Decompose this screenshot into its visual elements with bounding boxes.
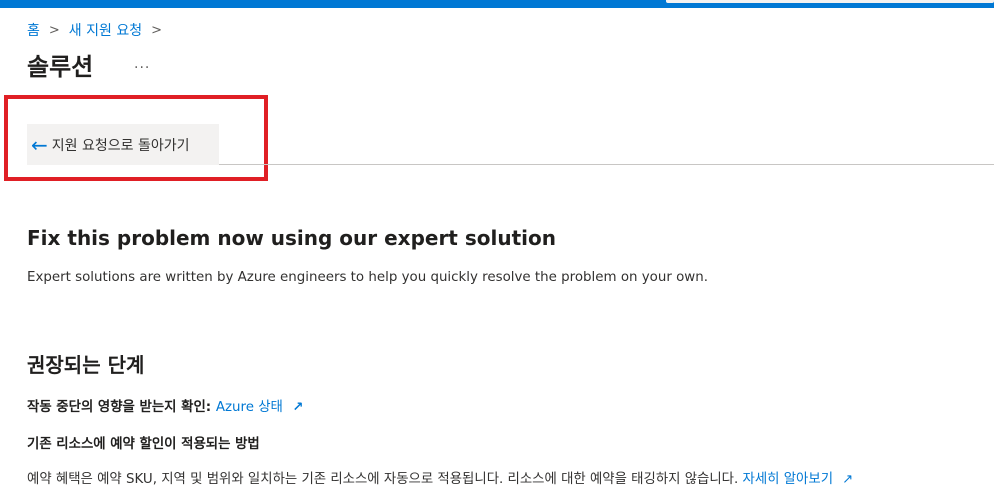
external-link-icon: ↗ <box>842 472 854 487</box>
breadcrumb-home[interactable]: 홈 <box>27 20 40 40</box>
reservation-description-text: 예약 혜택은 예약 SKU, 지역 및 범위와 일치하는 기존 리소스에 자동으… <box>27 472 739 487</box>
chevron-right-icon: > <box>151 22 163 38</box>
learn-more-link[interactable]: 자세히 알아보기 <box>743 472 834 487</box>
breadcrumb-new-request[interactable]: 새 지원 요청 <box>69 20 142 40</box>
toolbar-divider <box>219 164 994 165</box>
step-outage-check: 작동 중단의 영향을 받는지 확인: Azure 상태 ↗ <box>27 395 303 415</box>
expert-solution-title: Fix this problem now using our expert so… <box>27 226 556 250</box>
step-outage-text: 작동 중단의 영향을 받는지 확인: <box>27 400 212 415</box>
expert-solution-description: Expert solutions are written by Azure en… <box>27 270 709 285</box>
highlight-box <box>4 95 268 181</box>
page-title: 솔루션 <box>27 53 94 81</box>
more-options-button[interactable]: ... <box>134 56 150 72</box>
step-reservation-description: 예약 혜택은 예약 SKU, 지역 및 범위와 일치하는 기존 리소스에 자동으… <box>27 467 853 487</box>
global-search-box[interactable] <box>666 0 994 3</box>
azure-status-link[interactable]: Azure 상태 <box>216 400 283 415</box>
recommended-steps-title: 권장되는 단계 <box>27 353 145 377</box>
external-link-icon: ↗ <box>292 400 304 415</box>
chevron-right-icon: > <box>48 22 60 38</box>
step-reservation-title: 기존 리소스에 예약 할인이 적용되는 방법 <box>27 437 260 452</box>
breadcrumb: 홈 > 새 지원 요청 > <box>27 20 171 40</box>
